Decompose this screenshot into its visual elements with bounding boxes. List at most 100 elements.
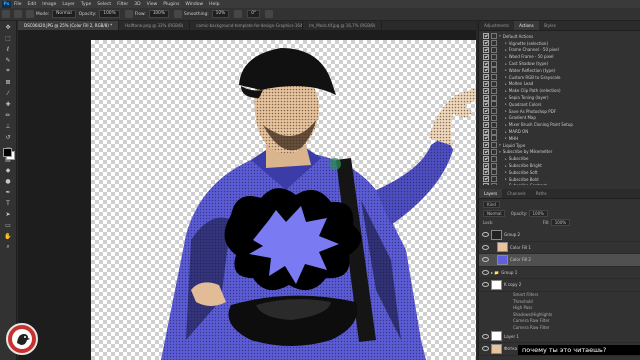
type-icon[interactable]: T bbox=[3, 199, 13, 207]
opacity-field[interactable]: 100% bbox=[99, 10, 120, 18]
layer-row[interactable]: Group 2 bbox=[479, 229, 640, 242]
document-canvas[interactable] bbox=[91, 40, 476, 360]
chevron-right-icon[interactable]: ▸ bbox=[505, 68, 507, 72]
chevron-right-icon[interactable]: ▸ bbox=[505, 89, 507, 93]
chevron-right-icon[interactable]: ▸ bbox=[505, 157, 507, 161]
tab-halftone[interactable]: Halftone.png @ 33% (RGB/8) bbox=[119, 21, 191, 30]
action-dialog-toggle[interactable] bbox=[491, 87, 497, 94]
hand-icon[interactable]: ✋ bbox=[3, 232, 13, 240]
action-item[interactable]: ▸ Wood Frame - 50 pixel bbox=[479, 53, 640, 60]
menu-layer[interactable]: Layer bbox=[62, 2, 75, 7]
stamp-icon[interactable]: ⊥ bbox=[3, 122, 13, 130]
visibility-eye-icon[interactable] bbox=[482, 333, 489, 339]
foreground-color-swatch[interactable] bbox=[3, 148, 12, 157]
menu-edit[interactable]: Edit bbox=[28, 2, 37, 7]
action-item[interactable]: ▾ Liquid Type bbox=[479, 142, 640, 149]
action-dialog-toggle[interactable] bbox=[491, 114, 497, 121]
action-toggle-checkbox[interactable] bbox=[483, 53, 489, 60]
action-item[interactable]: ▸ Cast Shadow (type) bbox=[479, 60, 640, 67]
action-dialog-toggle[interactable] bbox=[491, 169, 497, 176]
action-dialog-toggle[interactable] bbox=[491, 148, 497, 155]
action-item[interactable]: ▸ Subscribe bbox=[479, 155, 640, 162]
action-dialog-toggle[interactable] bbox=[491, 182, 497, 185]
chevron-right-icon[interactable]: ▸ bbox=[505, 41, 507, 45]
action-toggle-checkbox[interactable] bbox=[483, 114, 489, 121]
action-dialog-toggle[interactable] bbox=[491, 142, 497, 149]
action-toggle-checkbox[interactable] bbox=[483, 108, 489, 115]
fill-field[interactable]: 100% bbox=[550, 219, 571, 226]
brush-preset-icon[interactable] bbox=[14, 10, 22, 18]
action-dialog-toggle[interactable] bbox=[491, 108, 497, 115]
action-toggle-checkbox[interactable] bbox=[483, 101, 489, 108]
gear-icon[interactable] bbox=[234, 10, 243, 18]
tab-paths[interactable]: Paths bbox=[531, 189, 552, 198]
action-dialog-toggle[interactable] bbox=[491, 155, 497, 162]
dodge-icon[interactable]: ● bbox=[3, 177, 13, 185]
brush-settings-icon[interactable] bbox=[26, 10, 34, 18]
action-item[interactable]: ▾ Subscribe by Mikemelter bbox=[479, 148, 640, 156]
action-item[interactable]: ▸ Gradient Map bbox=[479, 114, 640, 122]
chevron-right-icon[interactable]: ▸ bbox=[505, 75, 507, 79]
action-dialog-toggle[interactable] bbox=[491, 94, 497, 101]
action-item[interactable]: ▸ Sepia Toning (layer) bbox=[479, 94, 640, 101]
chevron-right-icon[interactable]: ▸ bbox=[505, 62, 507, 66]
blur-icon[interactable]: ◆ bbox=[3, 166, 13, 174]
action-item[interactable]: ▸ Mixer Brush Cloning Paint Setup bbox=[479, 121, 640, 128]
action-dialog-toggle[interactable] bbox=[491, 46, 497, 53]
action-dialog-toggle[interactable] bbox=[491, 40, 497, 47]
tab-channels[interactable]: Channels bbox=[502, 189, 531, 198]
action-toggle-checkbox[interactable] bbox=[483, 80, 489, 87]
chevron-right-icon[interactable]: ▸ bbox=[505, 170, 507, 174]
home-icon[interactable] bbox=[2, 10, 10, 18]
menu-3d[interactable]: 3D bbox=[134, 2, 140, 7]
action-item[interactable]: ▸ Custom RGB to Grayscale bbox=[479, 74, 640, 81]
action-item[interactable]: ▸ Vignette (selection) bbox=[479, 40, 640, 47]
tab-adjustments[interactable]: Adjustments bbox=[479, 21, 514, 30]
chevron-right-icon[interactable]: ▸ bbox=[505, 184, 507, 185]
chevron-down-icon[interactable]: ▾ bbox=[499, 150, 501, 154]
chevron-right-icon[interactable]: ▸ bbox=[505, 164, 507, 168]
chevron-right-icon[interactable]: ▸ bbox=[505, 82, 507, 86]
flow-field[interactable]: 100% bbox=[148, 10, 169, 18]
frame-icon[interactable]: ⊠ bbox=[3, 78, 13, 86]
tab-comic-background[interactable]: comic-background-template-for-design-Gra… bbox=[190, 21, 304, 30]
action-toggle-checkbox[interactable] bbox=[483, 182, 489, 185]
zoom-icon[interactable]: ⌕ bbox=[3, 243, 13, 251]
angle-field[interactable]: 0° bbox=[247, 10, 261, 18]
action-item[interactable]: ▾ Default Actions bbox=[479, 33, 640, 40]
action-dialog-toggle[interactable] bbox=[491, 67, 497, 74]
chevron-right-icon[interactable]: ▸ bbox=[505, 48, 507, 52]
chevron-right-icon[interactable]: ▸ bbox=[505, 177, 507, 181]
action-item[interactable]: ▸ Subscribe Soft bbox=[479, 169, 640, 176]
marquee-icon[interactable]: ⬚ bbox=[3, 34, 13, 42]
action-item[interactable]: ▸ Save As Photoshop PDF bbox=[479, 108, 640, 115]
lasso-icon[interactable]: ℓ bbox=[3, 45, 13, 53]
blend-mode-select[interactable]: Normal bbox=[483, 210, 506, 217]
tab-dsc06420[interactable]: DSC06420.JPG @ 25% (Color Fill 2, RGB/8)… bbox=[18, 21, 120, 30]
chevron-right-icon[interactable]: ▸ bbox=[505, 109, 507, 113]
layer-row[interactable]: Color Fill 2 bbox=[479, 254, 640, 267]
chevron-down-icon[interactable]: ▾ bbox=[499, 143, 501, 147]
action-dialog-toggle[interactable] bbox=[491, 176, 497, 183]
layer-row[interactable]: ▸ 📁 Group 1 bbox=[479, 267, 640, 279]
menu-file[interactable]: File bbox=[14, 2, 22, 7]
pressure-opacity-icon[interactable] bbox=[124, 10, 133, 18]
action-toggle-checkbox[interactable] bbox=[483, 135, 489, 142]
action-dialog-toggle[interactable] bbox=[491, 121, 497, 128]
action-item[interactable]: ▸ Subscribe Bold bbox=[479, 176, 640, 183]
action-dialog-toggle[interactable] bbox=[491, 53, 497, 60]
smoothing-field[interactable]: 10% bbox=[211, 10, 230, 18]
menu-type[interactable]: Type bbox=[81, 2, 91, 7]
action-toggle-checkbox[interactable] bbox=[483, 46, 489, 53]
tab-mock[interactable]: lm_Mock.tif.jpg @ 16,7% (RGB/8) bbox=[303, 21, 383, 30]
action-item[interactable]: ▸ MARD ON bbox=[479, 128, 640, 135]
action-toggle-checkbox[interactable] bbox=[483, 33, 489, 40]
action-item[interactable]: ▸Subscribe Contrast bbox=[479, 182, 640, 185]
chevron-right-icon[interactable]: ▸ bbox=[505, 130, 507, 134]
brush-icon[interactable]: ✏ bbox=[3, 111, 13, 119]
chevron-right-icon[interactable]: ▸ bbox=[505, 123, 507, 127]
shape-icon[interactable]: ▭ bbox=[3, 221, 13, 229]
action-toggle-checkbox[interactable] bbox=[483, 176, 489, 183]
action-toggle-checkbox[interactable] bbox=[483, 162, 489, 169]
action-toggle-checkbox[interactable] bbox=[483, 40, 489, 47]
